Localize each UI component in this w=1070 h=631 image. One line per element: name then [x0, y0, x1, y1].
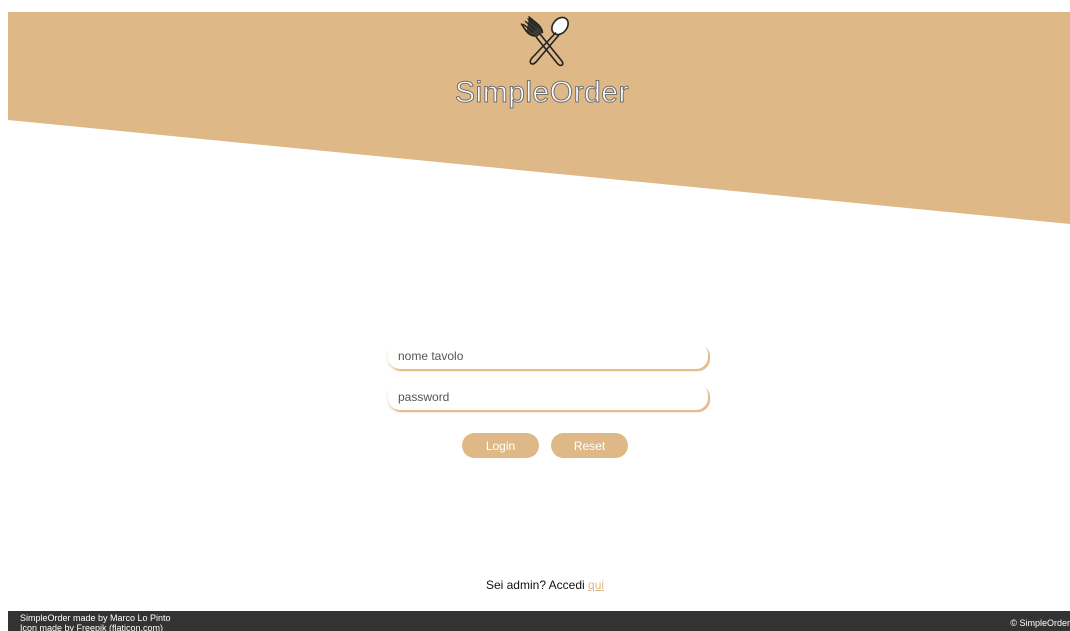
footer-credit-icon: Icon made by Freepik (flaticon.com) — [20, 623, 164, 631]
login-button[interactable]: Login — [462, 433, 539, 458]
app-title: SimpleOrder — [455, 76, 629, 110]
admin-prompt: Sei admin? Accedi qui — [0, 578, 1070, 592]
footer: SimpleOrder made by Marco Lo Pinto Icon … — [8, 611, 1070, 631]
admin-login-link[interactable]: qui — [588, 578, 604, 592]
form-buttons: Login Reset — [462, 433, 642, 458]
password-input[interactable] — [388, 383, 708, 410]
fork-spoon-icon — [520, 16, 569, 67]
footer-credits: SimpleOrder made by Marco Lo Pinto Icon … — [20, 613, 171, 631]
table-name-input[interactable] — [388, 342, 708, 369]
footer-copyright: © SimpleOrder — [1010, 618, 1070, 628]
login-page: SimpleOrder Login Reset Sei admin? Acced… — [0, 0, 1070, 631]
footer-credit-author: SimpleOrder made by Marco Lo Pinto — [20, 613, 171, 623]
admin-prompt-text: Sei admin? Accedi — [485, 578, 589, 592]
reset-button[interactable]: Reset — [551, 433, 628, 458]
login-form — [388, 342, 708, 410]
